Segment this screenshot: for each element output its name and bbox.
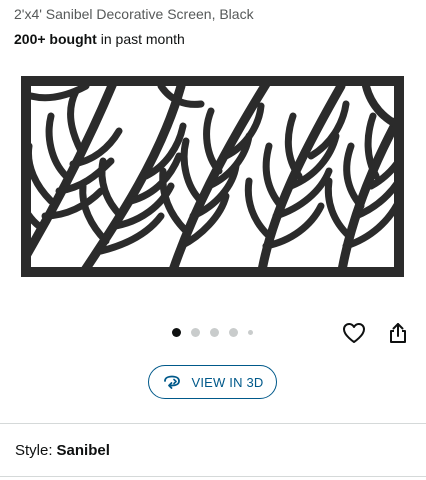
style-label: Style: bbox=[15, 442, 53, 459]
view-in-3d-button[interactable]: VIEW IN 3D bbox=[148, 365, 277, 399]
bought-count: 200+ bought bbox=[14, 31, 97, 47]
share-button[interactable] bbox=[384, 319, 412, 347]
carousel-dot-active[interactable] bbox=[172, 328, 181, 337]
product-title: 2'x4' Sanibel Decorative Screen, Black bbox=[14, 6, 254, 22]
product-image[interactable] bbox=[21, 76, 404, 277]
style-value: Sanibel bbox=[56, 442, 110, 459]
carousel-dot[interactable] bbox=[248, 330, 253, 335]
rotate-3d-icon bbox=[164, 375, 181, 389]
bought-suffix: in past month bbox=[96, 31, 185, 47]
image-carousel-indicator[interactable] bbox=[172, 328, 253, 337]
carousel-dot[interactable] bbox=[229, 328, 238, 337]
share-icon bbox=[390, 323, 406, 343]
divider bbox=[0, 476, 426, 477]
carousel-dot[interactable] bbox=[191, 328, 200, 337]
heart-icon bbox=[343, 323, 365, 343]
style-selector[interactable]: Style: Sanibel bbox=[15, 442, 110, 459]
purchase-stats: 200+ bought in past month bbox=[14, 31, 185, 47]
view-in-3d-label: VIEW IN 3D bbox=[191, 374, 264, 390]
carousel-dot[interactable] bbox=[210, 328, 219, 337]
wishlist-button[interactable] bbox=[340, 319, 368, 347]
divider bbox=[0, 423, 426, 424]
